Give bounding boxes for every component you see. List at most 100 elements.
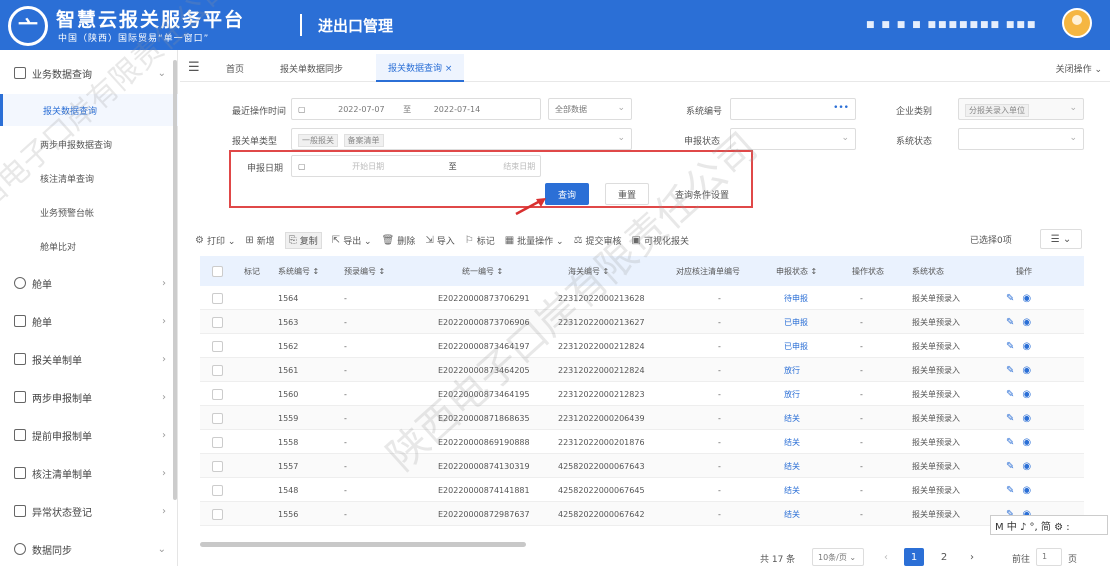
col-uniq[interactable]: 统一编号 ↕ bbox=[462, 256, 503, 286]
checkbox-cell[interactable] bbox=[212, 454, 223, 478]
checkbox-cell[interactable] bbox=[212, 334, 223, 358]
declare-status-select[interactable]: ⌄ bbox=[730, 128, 856, 150]
sidebar-scrollbar[interactable] bbox=[173, 60, 177, 500]
col-preno[interactable]: 预录编号 ↕ bbox=[344, 256, 385, 286]
row-checkbox[interactable] bbox=[212, 484, 223, 496]
ime-toolbar[interactable]: M 中 ♪ °, 简 ⚙ : bbox=[990, 515, 1108, 535]
row-checkbox[interactable] bbox=[212, 364, 223, 376]
select-all-checkbox[interactable] bbox=[212, 265, 223, 277]
query-settings-button[interactable]: 查询条件设置 bbox=[664, 183, 740, 205]
view-icon[interactable]: ◉ bbox=[1022, 365, 1031, 376]
column-settings-button[interactable]: ☰ ⌄ bbox=[1040, 229, 1082, 249]
submit-review-button[interactable]: ⚖ 提交审核 bbox=[574, 234, 622, 247]
menu-toggle-icon[interactable]: ☰ bbox=[188, 60, 200, 75]
tab-decl-query[interactable]: 报关数据查询 × bbox=[376, 54, 465, 82]
tab-home[interactable]: 首页 bbox=[214, 54, 256, 82]
table-row[interactable]: 1557 - E20220000874130319 42582022000067643… bbox=[200, 454, 1084, 478]
checkbox-cell[interactable] bbox=[212, 406, 223, 430]
sidebar-group-sync[interactable]: 数据同步 ⌄ bbox=[0, 532, 178, 566]
avatar[interactable] bbox=[1062, 8, 1092, 38]
sidebar-group-checklist-entry[interactable]: 核注清单制单 › bbox=[0, 456, 178, 490]
sidebar-item-manifest-compare[interactable]: 舱单比对 bbox=[0, 230, 178, 262]
table-row[interactable]: 1548 - E20220000874141881 42582022000067645… bbox=[200, 478, 1084, 502]
checkbox-cell[interactable] bbox=[212, 430, 223, 454]
decl-type-tag[interactable]: 一般报关 bbox=[298, 134, 338, 147]
view-icon[interactable]: ◉ bbox=[1022, 293, 1031, 304]
col-status[interactable]: 申报状态 ↕ bbox=[776, 256, 817, 286]
table-row[interactable]: 1558 - E20220000869190888 22312022000201876… bbox=[200, 430, 1084, 454]
more-icon[interactable]: ••• bbox=[833, 103, 849, 113]
sidebar-group-manifest-b[interactable]: 舱单 › bbox=[0, 304, 178, 338]
view-icon[interactable]: ◉ bbox=[1022, 413, 1031, 424]
edit-icon[interactable]: ✎ bbox=[1006, 413, 1014, 424]
edit-icon[interactable]: ✎ bbox=[1006, 293, 1014, 304]
op-time-range[interactable]: ▢ 2022-07-07 至 2022-07-14 bbox=[291, 98, 541, 120]
sidebar-item-decl-query[interactable]: 报关数据查询 bbox=[0, 94, 178, 126]
user-menu[interactable]: ■ ■ ■ ■ ■■■■■■■ ■■■ bbox=[866, 8, 1092, 38]
table-row[interactable]: 1559 - E20220000871868635 22312022000206439… bbox=[200, 406, 1084, 430]
batch-button[interactable]: ▦ 批量操作 ⌄ bbox=[505, 234, 564, 247]
sidebar-group-decl-entry[interactable]: 报关单制单 › bbox=[0, 342, 178, 376]
declare-date-range[interactable]: ▢ 开始日期 至 结束日期 bbox=[291, 155, 541, 177]
checkbox-cell[interactable] bbox=[212, 358, 223, 382]
reset-button[interactable]: 重置 bbox=[605, 183, 649, 205]
sidebar-item-two-step-query[interactable]: 两步申报数据查询 bbox=[0, 128, 178, 160]
table-row[interactable]: 1564 - E20220000873706291 22312022000213628… bbox=[200, 286, 1084, 310]
row-checkbox[interactable] bbox=[212, 388, 223, 400]
edit-icon[interactable]: ✎ bbox=[1006, 437, 1014, 448]
table-row[interactable]: 1562 - E20220000873464197 22312022000212824… bbox=[200, 334, 1084, 358]
cell-status[interactable]: 结关 bbox=[784, 502, 800, 526]
table-row[interactable]: 1560 - E20220000873464195 22312022000212823… bbox=[200, 382, 1084, 406]
query-button[interactable]: 查询 bbox=[545, 183, 589, 205]
cell-status[interactable]: 结关 bbox=[784, 454, 800, 478]
page-1-button[interactable]: 1 bbox=[904, 548, 924, 566]
table-row[interactable]: 1561 - E20220000873464205 22312022000212824… bbox=[200, 358, 1084, 382]
cell-status[interactable]: 已申报 bbox=[784, 334, 808, 358]
sys-no-input[interactable]: ••• bbox=[730, 98, 856, 120]
delete-button[interactable]: 🗑 删除 bbox=[382, 234, 416, 247]
col-customs[interactable]: 海关编号 ↕ bbox=[568, 256, 609, 286]
prev-page-button[interactable]: ‹ bbox=[876, 548, 896, 566]
row-checkbox[interactable] bbox=[212, 460, 223, 472]
sidebar-item-checklist-query[interactable]: 核注清单查询 bbox=[0, 162, 178, 194]
cell-status[interactable]: 待申报 bbox=[784, 286, 808, 310]
view-icon[interactable]: ◉ bbox=[1022, 485, 1031, 496]
export-button[interactable]: ⇱ 导出 ⌄ bbox=[332, 234, 372, 247]
cell-status[interactable]: 结关 bbox=[784, 478, 800, 502]
page-size-select[interactable]: 10条/页 ⌄ bbox=[812, 548, 864, 566]
close-tabs-menu[interactable]: 关闭操作 ⌄ bbox=[1056, 54, 1102, 82]
data-scope-select[interactable]: 全部数据 ⌄ bbox=[548, 98, 632, 120]
decl-type-select[interactable]: 一般报关 备案清单 ⌄ bbox=[291, 128, 632, 150]
row-checkbox[interactable] bbox=[212, 436, 223, 448]
checkbox-cell[interactable] bbox=[212, 382, 223, 406]
edit-icon[interactable]: ✎ bbox=[1006, 317, 1014, 328]
sidebar-group-business-query[interactable]: 业务数据查询 ⌄ bbox=[0, 56, 178, 90]
checkbox-cell[interactable] bbox=[212, 478, 223, 502]
view-icon[interactable]: ◉ bbox=[1022, 437, 1031, 448]
checkbox-cell[interactable] bbox=[212, 286, 223, 310]
row-checkbox[interactable] bbox=[212, 340, 223, 352]
row-checkbox[interactable] bbox=[212, 292, 223, 304]
system-status-select[interactable]: ⌄ bbox=[958, 128, 1084, 150]
checkbox-cell[interactable] bbox=[212, 502, 223, 526]
edit-icon[interactable]: ✎ bbox=[1006, 365, 1014, 376]
next-page-button[interactable]: › bbox=[962, 548, 982, 566]
print-button[interactable]: ⚙ 打印 ⌄ bbox=[195, 234, 235, 247]
view-icon[interactable]: ◉ bbox=[1022, 461, 1031, 472]
sidebar-group-advance-entry[interactable]: 提前申报制单 › bbox=[0, 418, 178, 452]
import-button[interactable]: ⇲ 导入 bbox=[425, 234, 454, 247]
mark-button[interactable]: ⚐ 标记 bbox=[465, 234, 495, 247]
sidebar-group-two-step-entry[interactable]: 两步申报制单 › bbox=[0, 380, 178, 414]
cell-status[interactable]: 结关 bbox=[784, 430, 800, 454]
goto-page-input[interactable]: 1 bbox=[1036, 548, 1062, 566]
copy-button[interactable]: ⎘ 复制 bbox=[284, 231, 322, 249]
add-button[interactable]: ⊞ 新增 bbox=[245, 234, 274, 247]
decl-type-tag[interactable]: 备案清单 bbox=[343, 134, 384, 147]
row-checkbox[interactable] bbox=[212, 508, 223, 520]
view-icon[interactable]: ◉ bbox=[1022, 317, 1031, 328]
cell-status[interactable]: 结关 bbox=[784, 406, 800, 430]
edit-icon[interactable]: ✎ bbox=[1006, 485, 1014, 496]
sidebar-group-exception[interactable]: 异常状态登记 › bbox=[0, 494, 178, 528]
cell-status[interactable]: 放行 bbox=[784, 382, 800, 406]
tab-decl-sync[interactable]: 报关单数据同步 bbox=[268, 54, 355, 82]
